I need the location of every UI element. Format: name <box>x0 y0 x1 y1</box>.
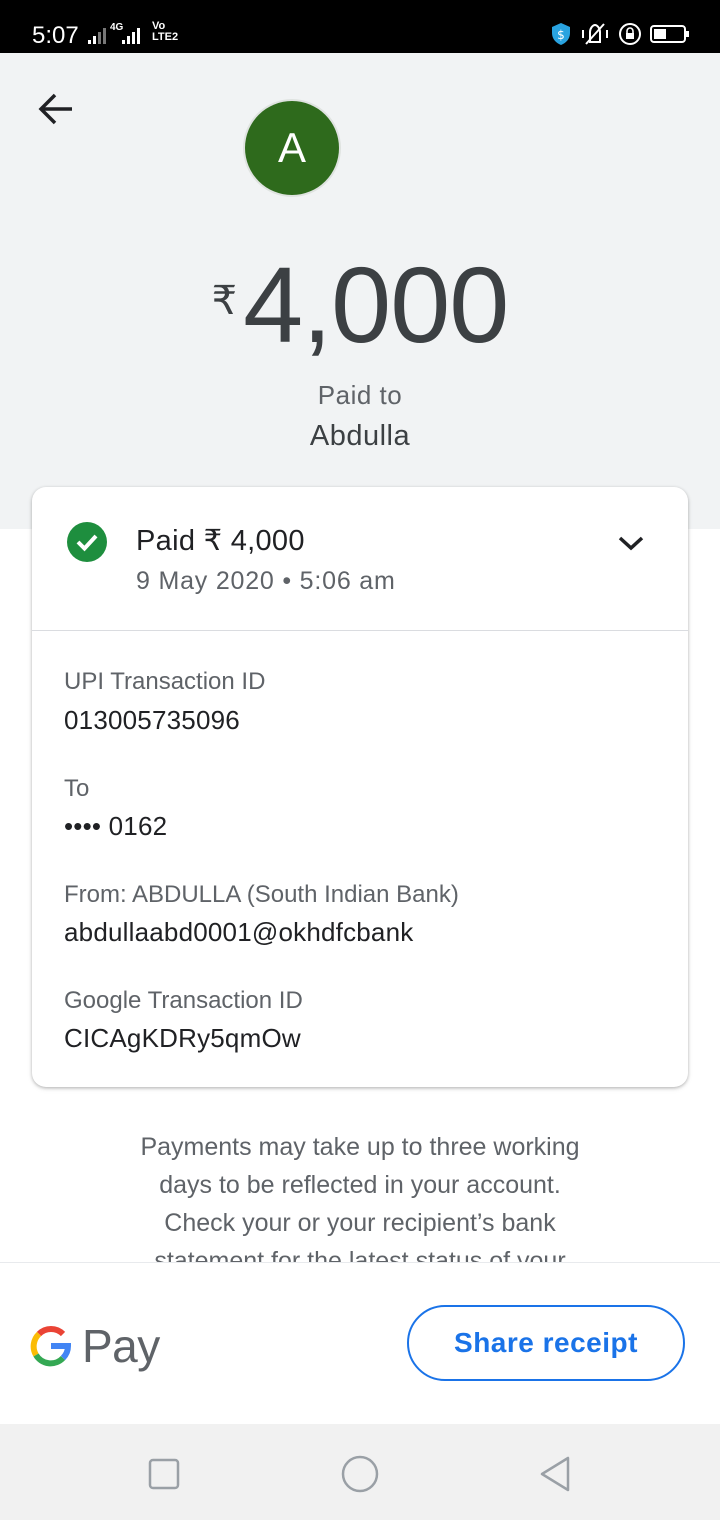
status-title: Paid ₹ 4,000 <box>136 525 305 557</box>
share-receipt-button[interactable]: Share receipt <box>407 1305 685 1381</box>
google-transaction-id-value: CICAgKDRy5qmOw <box>64 1023 301 1053</box>
upi-transaction-id-label: UPI Transaction ID <box>64 668 266 695</box>
avatar: A <box>245 101 339 195</box>
from-upi-id-value: abdullaabd0001@okhdfcbank <box>64 917 414 947</box>
battery-icon <box>650 25 689 43</box>
svg-text:$: $ <box>557 28 565 42</box>
status-time: 5:07 <box>32 22 79 49</box>
google-g-icon <box>30 1326 72 1367</box>
check-circle-icon <box>67 522 107 562</box>
home-icon[interactable] <box>340 1454 380 1494</box>
rotation-lock-icon <box>619 23 641 45</box>
volte-indicator: Vo LTE2 <box>152 20 179 43</box>
status-icons: $ <box>550 22 690 46</box>
amount-value: 4,000 <box>243 244 509 365</box>
vibrate-icon <box>582 23 608 45</box>
back-nav-icon[interactable] <box>536 1454 576 1494</box>
divider <box>32 630 688 631</box>
shield-icon: $ <box>552 23 570 45</box>
bottom-action-bar: Pay Share receipt <box>0 1262 720 1425</box>
payment-amount: ₹4,000 <box>0 250 720 360</box>
google-pay-text: Pay <box>82 1320 160 1372</box>
status-bar: 5:07 4G Vo LTE2 $ <box>0 0 720 53</box>
currency-symbol: ₹ <box>211 279 238 323</box>
transaction-status-row[interactable]: Paid ₹ 4,000 9 May 2020 • 5:06 am <box>32 487 688 630</box>
upi-transaction-id-value: 013005735096 <box>64 705 240 735</box>
google-pay-logo: Pay <box>30 1319 160 1373</box>
to-label: To <box>64 775 90 802</box>
to-account-value: •••• 0162 <box>64 811 168 841</box>
transaction-date: 9 May 2020 • 5:06 am <box>136 567 396 595</box>
payee-name: Abdulla <box>309 420 411 452</box>
recent-apps-icon[interactable] <box>144 1454 184 1494</box>
signal-icon-2 <box>122 28 140 44</box>
transaction-details-card: Paid ₹ 4,000 9 May 2020 • 5:06 am UPI Tr… <box>32 487 688 1087</box>
signal-icon <box>88 28 106 44</box>
processing-notice: Payments may take up to three working da… <box>140 1133 580 1262</box>
back-arrow-icon[interactable] <box>32 90 80 130</box>
chevron-down-icon[interactable] <box>616 533 646 553</box>
paid-to-label: Paid to <box>317 380 403 410</box>
from-label: From: ABDULLA (South Indian Bank) <box>64 881 459 908</box>
google-transaction-id-label: Google Transaction ID <box>64 987 303 1014</box>
system-navigation-bar <box>0 1424 720 1520</box>
